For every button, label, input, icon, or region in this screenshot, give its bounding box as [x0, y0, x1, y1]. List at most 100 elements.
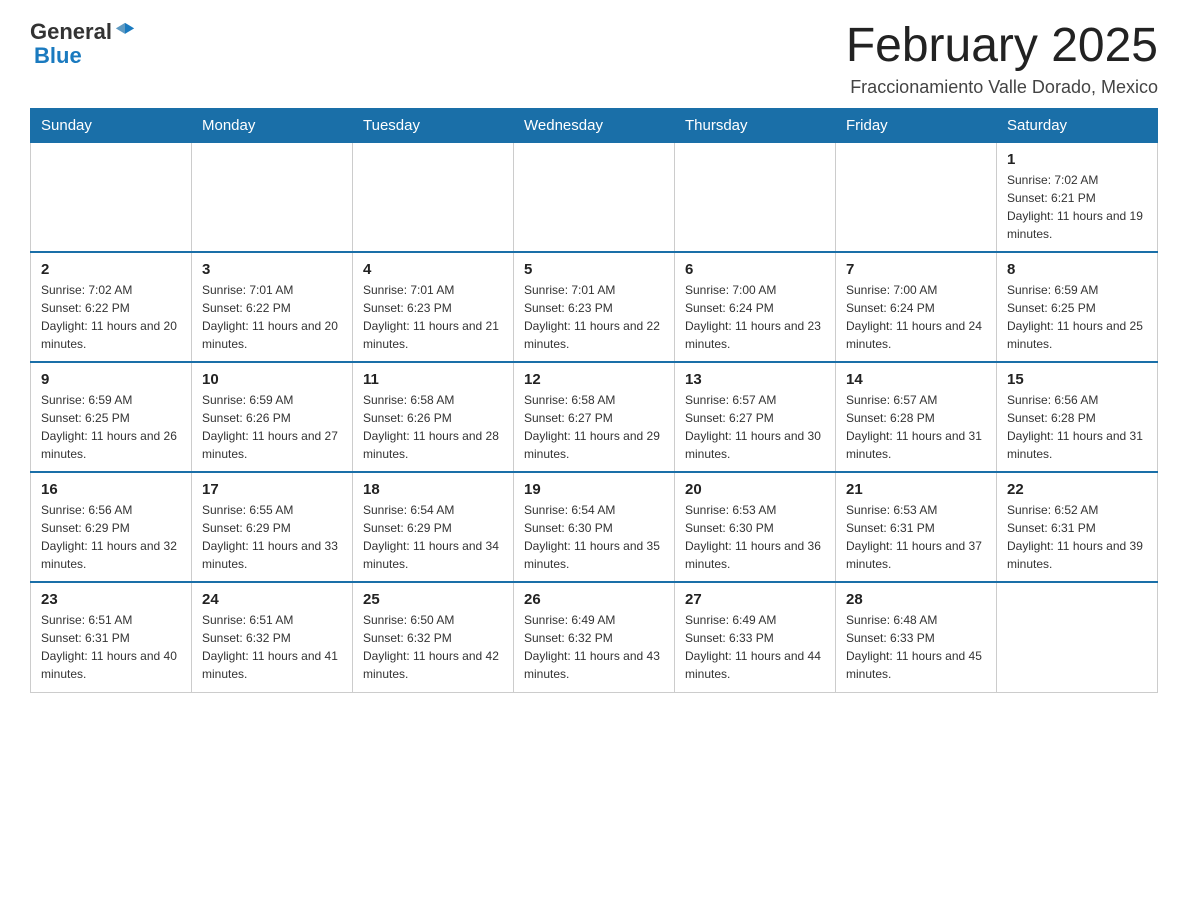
day-number: 22 — [1007, 481, 1147, 498]
day-number: 25 — [363, 591, 503, 608]
page-header: General Blue February 2025 Fraccionamien… — [30, 20, 1158, 98]
day-info: Sunrise: 7:01 AM Sunset: 6:23 PM Dayligh… — [524, 281, 664, 353]
day-number: 27 — [685, 591, 825, 608]
day-number: 12 — [524, 371, 664, 388]
logo-general-text: General — [30, 20, 112, 44]
calendar-day-cell: 26 Sunrise: 6:49 AM Sunset: 6:32 PM Dayli… — [514, 582, 675, 692]
logo: General Blue — [30, 20, 136, 68]
day-number: 26 — [524, 591, 664, 608]
day-info: Sunrise: 6:54 AM Sunset: 6:30 PM Dayligh… — [524, 501, 664, 573]
calendar-day-cell: 6Sunrise: 7:00 AM Sunset: 6:24 PM Daylig… — [675, 252, 836, 362]
day-info: Sunrise: 6:59 AM Sunset: 6:25 PM Dayligh… — [1007, 281, 1147, 353]
calendar-day-cell: 22 Sunrise: 6:52 AM Sunset: 6:31 PM Dayli… — [997, 472, 1158, 582]
calendar-title: February 2025 — [846, 20, 1158, 73]
day-info: Sunrise: 6:48 AM Sunset: 6:33 PM Dayligh… — [846, 611, 986, 683]
weekday-header-sunday: Sunday — [31, 108, 192, 142]
calendar-week-row: 1Sunrise: 7:02 AM Sunset: 6:21 PM Daylig… — [31, 142, 1158, 252]
calendar-day-cell: 25Sunrise: 6:50 AM Sunset: 6:32 PM Dayli… — [353, 582, 514, 692]
calendar-day-cell — [997, 582, 1158, 692]
day-number: 20 — [685, 481, 825, 498]
day-number: 11 — [363, 371, 503, 388]
calendar-day-cell — [31, 142, 192, 252]
day-info: Sunrise: 6:59 AM Sunset: 6:25 PM Dayligh… — [41, 391, 181, 463]
day-number: 19 — [524, 481, 664, 498]
day-info: Sunrise: 7:00 AM Sunset: 6:24 PM Dayligh… — [846, 281, 986, 353]
day-number: 18 — [363, 481, 503, 498]
calendar-subtitle: Fraccionamiento Valle Dorado, Mexico — [846, 77, 1158, 98]
day-info: Sunrise: 6:58 AM Sunset: 6:26 PM Dayligh… — [363, 391, 503, 463]
day-number: 24 — [202, 591, 342, 608]
calendar-day-cell — [353, 142, 514, 252]
calendar-day-cell — [514, 142, 675, 252]
calendar-day-cell: 16 Sunrise: 6:56 AM Sunset: 6:29 PM Dayli… — [31, 472, 192, 582]
day-number: 10 — [202, 371, 342, 388]
day-number: 15 — [1007, 371, 1147, 388]
calendar-day-cell: 11 Sunrise: 6:58 AM Sunset: 6:26 PM Dayli… — [353, 362, 514, 472]
calendar-day-cell: 4 Sunrise: 7:01 AM Sunset: 6:23 PM Daylig… — [353, 252, 514, 362]
calendar-day-cell: 27 Sunrise: 6:49 AM Sunset: 6:33 PM Dayli… — [675, 582, 836, 692]
calendar-day-cell: 2Sunrise: 7:02 AM Sunset: 6:22 PM Daylig… — [31, 252, 192, 362]
calendar-week-row: 23 Sunrise: 6:51 AM Sunset: 6:31 PM Dayli… — [31, 582, 1158, 692]
day-info: Sunrise: 6:49 AM Sunset: 6:32 PM Dayligh… — [524, 611, 664, 683]
calendar-week-row: 9 Sunrise: 6:59 AM Sunset: 6:25 PM Daylig… — [31, 362, 1158, 472]
calendar-day-cell: 21 Sunrise: 6:53 AM Sunset: 6:31 PM Dayli… — [836, 472, 997, 582]
day-info: Sunrise: 6:49 AM Sunset: 6:33 PM Dayligh… — [685, 611, 825, 683]
day-number: 21 — [846, 481, 986, 498]
logo-blue-text: Blue — [34, 44, 136, 68]
calendar-day-cell: 19 Sunrise: 6:54 AM Sunset: 6:30 PM Dayli… — [514, 472, 675, 582]
calendar-day-cell: 12 Sunrise: 6:58 AM Sunset: 6:27 PM Dayli… — [514, 362, 675, 472]
day-info: Sunrise: 6:57 AM Sunset: 6:27 PM Dayligh… — [685, 391, 825, 463]
day-number: 28 — [846, 591, 986, 608]
weekday-header-friday: Friday — [836, 108, 997, 142]
calendar-day-cell: 17Sunrise: 6:55 AM Sunset: 6:29 PM Dayli… — [192, 472, 353, 582]
calendar-day-cell — [192, 142, 353, 252]
day-info: Sunrise: 6:56 AM Sunset: 6:29 PM Dayligh… — [41, 501, 181, 573]
calendar-day-cell — [675, 142, 836, 252]
day-number: 9 — [41, 371, 181, 388]
day-info: Sunrise: 7:02 AM Sunset: 6:22 PM Dayligh… — [41, 281, 181, 353]
day-info: Sunrise: 6:52 AM Sunset: 6:31 PM Dayligh… — [1007, 501, 1147, 573]
calendar-day-cell: 5 Sunrise: 7:01 AM Sunset: 6:23 PM Daylig… — [514, 252, 675, 362]
weekday-header-tuesday: Tuesday — [353, 108, 514, 142]
calendar-day-cell: 9 Sunrise: 6:59 AM Sunset: 6:25 PM Daylig… — [31, 362, 192, 472]
day-info: Sunrise: 6:51 AM Sunset: 6:31 PM Dayligh… — [41, 611, 181, 683]
calendar-day-cell: 15 Sunrise: 6:56 AM Sunset: 6:28 PM Dayli… — [997, 362, 1158, 472]
day-info: Sunrise: 6:53 AM Sunset: 6:31 PM Dayligh… — [846, 501, 986, 573]
calendar-day-cell: 13 Sunrise: 6:57 AM Sunset: 6:27 PM Dayli… — [675, 362, 836, 472]
day-number: 3 — [202, 261, 342, 278]
calendar-table: SundayMondayTuesdayWednesdayThursdayFrid… — [30, 108, 1158, 693]
calendar-day-cell — [836, 142, 997, 252]
calendar-day-cell: 7Sunrise: 7:00 AM Sunset: 6:24 PM Daylig… — [836, 252, 997, 362]
logo-flag-icon — [114, 21, 136, 43]
calendar-day-cell: 3 Sunrise: 7:01 AM Sunset: 6:22 PM Daylig… — [192, 252, 353, 362]
day-number: 4 — [363, 261, 503, 278]
day-number: 23 — [41, 591, 181, 608]
day-info: Sunrise: 6:57 AM Sunset: 6:28 PM Dayligh… — [846, 391, 986, 463]
day-info: Sunrise: 6:55 AM Sunset: 6:29 PM Dayligh… — [202, 501, 342, 573]
day-info: Sunrise: 6:56 AM Sunset: 6:28 PM Dayligh… — [1007, 391, 1147, 463]
day-number: 5 — [524, 261, 664, 278]
weekday-header-monday: Monday — [192, 108, 353, 142]
day-info: Sunrise: 7:01 AM Sunset: 6:22 PM Dayligh… — [202, 281, 342, 353]
day-number: 13 — [685, 371, 825, 388]
calendar-day-cell: 28 Sunrise: 6:48 AM Sunset: 6:33 PM Dayli… — [836, 582, 997, 692]
calendar-week-row: 2Sunrise: 7:02 AM Sunset: 6:22 PM Daylig… — [31, 252, 1158, 362]
weekday-header-saturday: Saturday — [997, 108, 1158, 142]
day-info: Sunrise: 6:59 AM Sunset: 6:26 PM Dayligh… — [202, 391, 342, 463]
calendar-week-row: 16 Sunrise: 6:56 AM Sunset: 6:29 PM Dayli… — [31, 472, 1158, 582]
weekday-header-wednesday: Wednesday — [514, 108, 675, 142]
day-info: Sunrise: 6:53 AM Sunset: 6:30 PM Dayligh… — [685, 501, 825, 573]
calendar-day-cell: 24Sunrise: 6:51 AM Sunset: 6:32 PM Dayli… — [192, 582, 353, 692]
day-number: 8 — [1007, 261, 1147, 278]
day-info: Sunrise: 6:58 AM Sunset: 6:27 PM Dayligh… — [524, 391, 664, 463]
day-info: Sunrise: 7:01 AM Sunset: 6:23 PM Dayligh… — [363, 281, 503, 353]
calendar-day-cell: 14Sunrise: 6:57 AM Sunset: 6:28 PM Dayli… — [836, 362, 997, 472]
calendar-day-cell: 18Sunrise: 6:54 AM Sunset: 6:29 PM Dayli… — [353, 472, 514, 582]
calendar-day-cell: 1Sunrise: 7:02 AM Sunset: 6:21 PM Daylig… — [997, 142, 1158, 252]
day-info: Sunrise: 7:00 AM Sunset: 6:24 PM Dayligh… — [685, 281, 825, 353]
day-number: 16 — [41, 481, 181, 498]
weekday-header-thursday: Thursday — [675, 108, 836, 142]
calendar-day-cell: 10 Sunrise: 6:59 AM Sunset: 6:26 PM Dayli… — [192, 362, 353, 472]
calendar-day-cell: 20 Sunrise: 6:53 AM Sunset: 6:30 PM Dayli… — [675, 472, 836, 582]
calendar-day-cell: 23 Sunrise: 6:51 AM Sunset: 6:31 PM Dayli… — [31, 582, 192, 692]
